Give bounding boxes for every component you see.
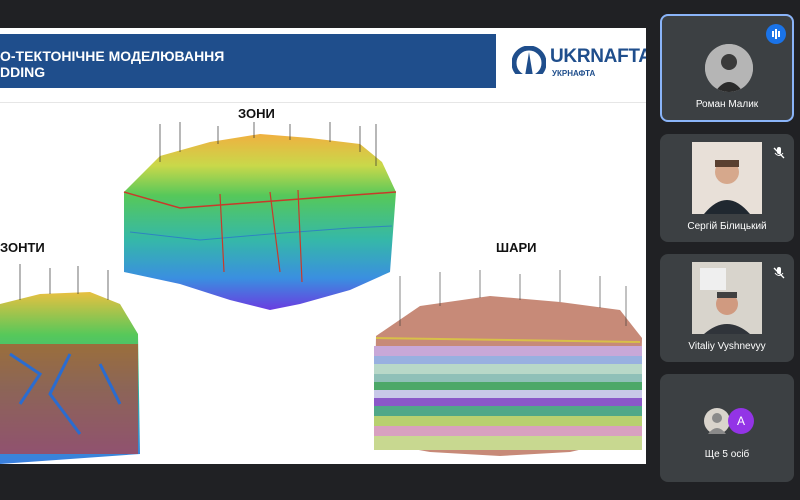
participant-name: Vitaliy Vyshnevyy: [688, 341, 766, 352]
avatar: [705, 44, 753, 92]
speaking-indicator-icon: [766, 24, 786, 44]
layers-3d-model: [370, 266, 644, 462]
mic-off-icon: [772, 146, 786, 160]
participant-tile-3[interactable]: Vitaliy Vyshnevyy: [660, 254, 794, 362]
participant-tile-2[interactable]: Сергій Білицький: [660, 134, 794, 242]
slide-title-line-1: О-ТЕКТОНІЧНЕ МОДЕЛЮВАННЯ: [0, 48, 225, 64]
mic-off-icon: [772, 266, 786, 280]
slide-divider: [0, 102, 646, 103]
slide-title-line-2: DDING: [0, 64, 46, 80]
participant-video: [692, 142, 762, 214]
logo-sub-text: УКРНАФТА: [552, 69, 596, 78]
shared-presentation: О-ТЕКТОНІЧНЕ МОДЕЛЮВАННЯ DDING UKRNAFTA …: [0, 28, 646, 464]
ukrnafta-logo-icon: [512, 46, 546, 80]
participant-name: Сергій Білицький: [687, 221, 767, 232]
label-layers: ШАРИ: [496, 240, 537, 255]
zonti-3d-model: [0, 264, 142, 464]
label-zones: ЗОНИ: [238, 106, 275, 121]
more-participants-tile[interactable]: A Ще 5 осіб: [660, 374, 794, 482]
avatar: [704, 408, 730, 434]
logo-brand-text: UKRNAFTA: [550, 46, 646, 67]
participant-tile-1[interactable]: Роман Малик: [660, 14, 794, 122]
slide-title-banner: О-ТЕКТОНІЧНЕ МОДЕЛЮВАННЯ DDING: [0, 34, 496, 88]
more-participants-label: Ще 5 осіб: [704, 449, 750, 460]
avatar-letter: A: [728, 408, 754, 434]
participant-name: Роман Малик: [695, 99, 759, 110]
ukrnafta-logo: UKRNAFTA УКРНАФТА: [510, 36, 646, 88]
participant-video: [692, 262, 762, 334]
zones-3d-model: [120, 122, 400, 312]
label-zonti: ЗОНТИ: [0, 240, 45, 255]
